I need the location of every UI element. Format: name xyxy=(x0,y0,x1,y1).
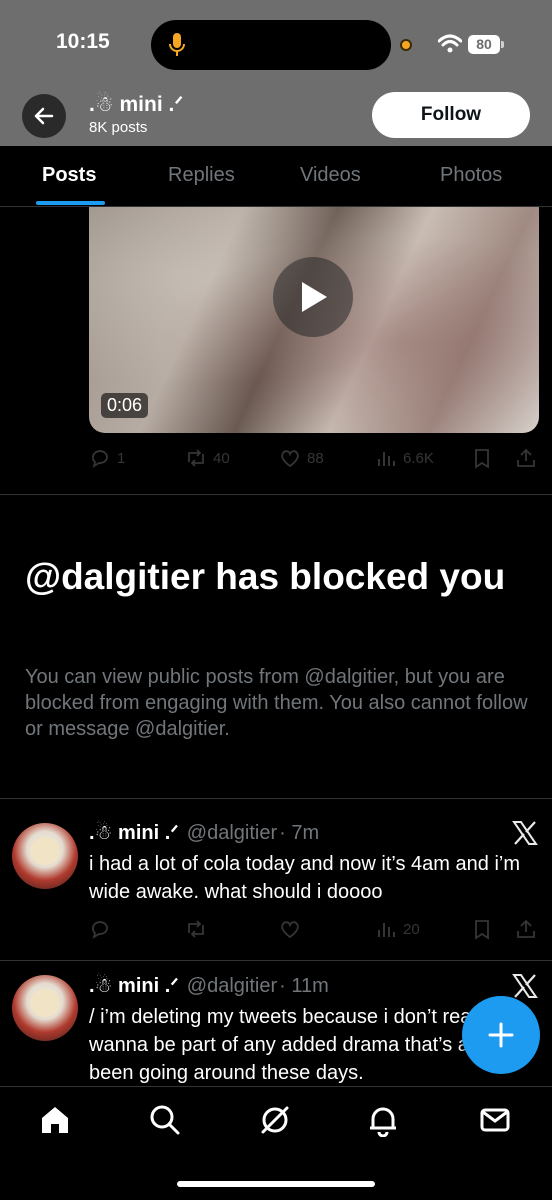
battery-tip xyxy=(501,41,504,48)
x-logo-icon xyxy=(512,974,538,998)
share-button[interactable] xyxy=(515,918,537,940)
privacy-indicator-dot xyxy=(400,39,412,51)
microphone-icon xyxy=(169,33,185,56)
share-button[interactable] xyxy=(515,447,537,469)
status-time: 10:15 xyxy=(56,30,110,53)
home-icon[interactable] xyxy=(38,1103,72,1137)
reply-icon xyxy=(92,921,108,939)
profile-header: 10:15 80 .☃ mini .ᐟ 8K posts Follow xyxy=(0,0,552,146)
avatar[interactable] xyxy=(12,975,78,1041)
views-button[interactable]: 20 xyxy=(375,918,420,940)
tweet-author-handle[interactable]: @dalgitier xyxy=(187,822,277,845)
bookmark-button[interactable] xyxy=(471,918,493,940)
tweet-header: .☃ mini .ᐟ @dalgitier · 7m xyxy=(89,820,319,846)
like-icon xyxy=(281,450,299,468)
tweet-author-name[interactable]: .☃ mini .ᐟ xyxy=(89,973,179,998)
share-icon xyxy=(517,448,535,467)
tab-posts[interactable]: Posts xyxy=(42,164,96,187)
like-icon xyxy=(281,921,299,939)
notifications-icon[interactable] xyxy=(366,1103,400,1137)
repost-button[interactable]: 40 xyxy=(185,447,230,469)
like-count: 88 xyxy=(307,449,324,467)
search-icon[interactable] xyxy=(148,1103,182,1137)
blocked-description: You can view public posts from @dalgitie… xyxy=(25,666,528,740)
tweet-author-handle[interactable]: @dalgitier xyxy=(187,975,277,998)
blocked-title: @dalgitier has blocked you xyxy=(25,556,506,597)
home-indicator[interactable] xyxy=(177,1181,375,1187)
profile-name: .☃ mini .ᐟ xyxy=(89,93,184,116)
grok-icon[interactable] xyxy=(258,1103,292,1137)
tweet-author-name[interactable]: .☃ mini .ᐟ xyxy=(89,820,179,845)
views-icon xyxy=(378,452,395,466)
repost-count: 40 xyxy=(213,449,230,467)
profile-tabs: Posts Replies Videos Photos xyxy=(0,146,552,207)
bookmark-icon xyxy=(475,449,489,469)
views-button[interactable]: 6.6K xyxy=(375,447,434,469)
bookmark-icon xyxy=(475,920,489,940)
follow-button[interactable]: Follow xyxy=(372,92,530,138)
dynamic-island xyxy=(151,20,391,70)
section-divider xyxy=(0,798,552,799)
tweet-divider xyxy=(0,960,552,961)
messages-icon[interactable] xyxy=(478,1103,512,1137)
battery-indicator: 80 xyxy=(468,35,500,54)
avatar[interactable] xyxy=(12,823,78,889)
play-button[interactable] xyxy=(273,257,353,337)
play-icon xyxy=(302,282,327,312)
tab-photos[interactable]: Photos xyxy=(440,164,502,187)
reply-button[interactable]: 1 xyxy=(89,447,125,469)
tweet-timestamp: · 11m xyxy=(279,975,329,997)
compose-icon xyxy=(488,1022,514,1048)
back-arrow-icon xyxy=(34,107,54,125)
views-count: 6.6K xyxy=(403,449,434,467)
tweet-text: i had a lot of cola today and now it’s 4… xyxy=(89,853,520,903)
views-count: 20 xyxy=(403,920,420,938)
tab-videos[interactable]: Videos xyxy=(300,164,361,187)
like-button[interactable] xyxy=(279,918,301,940)
tweet-actions: 20 xyxy=(89,918,539,942)
reply-count: 1 xyxy=(117,449,126,467)
like-button[interactable]: 88 xyxy=(279,447,324,469)
reply-button[interactable] xyxy=(89,918,111,940)
tweet-header: .☃ mini .ᐟ @dalgitier · 11m xyxy=(89,973,329,999)
post-count: 8K posts xyxy=(89,119,148,136)
tab-replies[interactable]: Replies xyxy=(168,164,235,187)
x-logo-icon xyxy=(512,821,538,845)
repost-icon xyxy=(188,920,204,938)
repost-icon xyxy=(188,449,204,467)
video-duration: 0:06 xyxy=(101,393,149,418)
media-post-actions: 1 40 88 6.6K xyxy=(89,447,539,471)
tweet-timestamp: · 7m xyxy=(279,822,320,844)
back-button[interactable] xyxy=(22,94,66,138)
views-icon xyxy=(378,923,395,937)
video-thumbnail[interactable]: 0:06 xyxy=(89,207,539,433)
compose-button[interactable] xyxy=(462,996,540,1074)
repost-button[interactable] xyxy=(185,918,207,940)
active-tab-indicator xyxy=(36,201,105,205)
wifi-icon xyxy=(438,34,462,53)
bookmark-button[interactable] xyxy=(471,447,493,469)
reply-icon xyxy=(92,450,108,468)
share-icon xyxy=(517,919,535,938)
post-divider xyxy=(0,494,552,495)
